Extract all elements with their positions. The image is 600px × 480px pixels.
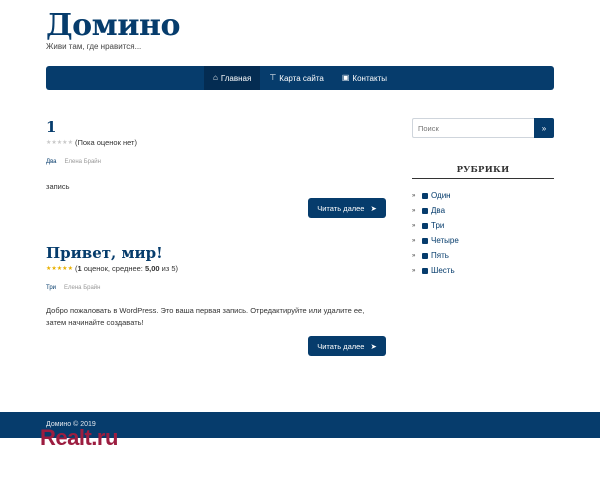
site-tagline: Живи там, где нравится...: [46, 42, 142, 51]
category-item[interactable]: » Шесть: [412, 263, 459, 278]
search-button[interactable]: »: [534, 118, 554, 138]
double-chevron-icon: »: [412, 237, 416, 244]
sitemap-icon: ⊤: [269, 73, 277, 82]
search-form: »: [412, 118, 554, 138]
post-rating: ★ ★ ★ ★ ★ (1 оценок, среднее: 5,00 из 5): [46, 264, 386, 273]
category-icon: [422, 192, 428, 199]
category-item[interactable]: » Три: [412, 218, 459, 233]
category-item[interactable]: » Пять: [412, 248, 459, 263]
post-category[interactable]: Два: [46, 159, 57, 165]
rating-stars[interactable]: ★ ★ ★ ★ ★: [46, 266, 73, 272]
rating-average: 5,00: [144, 264, 160, 273]
rating-suffix: из 5): [159, 264, 179, 273]
arrow-right-icon: ➤: [370, 341, 377, 351]
double-chevron-icon: »: [412, 252, 416, 259]
rating-mid: оценок, среднее:: [81, 264, 145, 273]
double-chevron-icon: »: [412, 267, 416, 274]
read-more-button[interactable]: Читать далее ➤: [308, 336, 386, 356]
nav-item-label: Контакты: [352, 73, 387, 83]
post-excerpt: запись: [46, 182, 70, 191]
nav-item-label: Карта сайта: [279, 73, 324, 83]
search-input[interactable]: [412, 118, 534, 138]
post-meta: Два Елена Брайн: [46, 159, 386, 165]
nav-item-sitemap[interactable]: ⊤ Карта сайта: [260, 66, 333, 90]
category-icon: [422, 267, 428, 274]
nav-item-label: Главная: [220, 73, 252, 83]
post-author[interactable]: Елена Брайн: [65, 159, 101, 165]
post-excerpt: Добро пожаловать в WordPress. Это ваша п…: [46, 306, 365, 327]
read-more-label: Читать далее: [317, 203, 365, 213]
post-title[interactable]: 1: [46, 118, 386, 136]
category-item[interactable]: » Четыре: [412, 233, 459, 248]
nav-item-contacts[interactable]: ▣ Контакты: [333, 66, 396, 90]
category-label[interactable]: Шесть: [431, 266, 455, 275]
post-1: 1 ★ ★ ★ ★ ★ (Пока оценок нет) Два Елена …: [46, 118, 386, 218]
double-chevron-icon: »: [412, 207, 416, 214]
category-icon: [422, 207, 428, 214]
post-2: Привет, мир! ★ ★ ★ ★ ★ (1 оценок, средне…: [46, 244, 386, 359]
category-label[interactable]: Два: [431, 206, 445, 215]
post-author[interactable]: Елена Брайн: [64, 285, 100, 291]
category-label[interactable]: Пять: [431, 251, 449, 260]
categories-widget-title: РУБРИКИ: [412, 165, 554, 179]
chevron-right-icon: »: [541, 123, 547, 133]
star-icon[interactable]: ★: [68, 266, 73, 272]
categories-list: » Один » Два » Три » Четыре » Пять » Шесть: [412, 188, 459, 278]
rating-stars[interactable]: ★ ★ ★ ★ ★: [46, 140, 73, 146]
read-more-label: Читать далее: [317, 341, 365, 351]
category-item[interactable]: » Два: [412, 203, 459, 218]
post-rating: ★ ★ ★ ★ ★ (Пока оценок нет): [46, 138, 386, 147]
read-more-button[interactable]: Читать далее ➤: [308, 198, 386, 218]
double-chevron-icon: »: [412, 222, 416, 229]
arrow-right-icon: ➤: [370, 203, 377, 213]
site-title[interactable]: Домино: [46, 8, 180, 43]
home-icon: ⌂: [213, 73, 218, 82]
nav-item-home[interactable]: ⌂ Главная: [204, 66, 261, 90]
rating-text: (Пока оценок нет): [74, 138, 137, 147]
category-label[interactable]: Один: [431, 191, 451, 200]
post-category[interactable]: Три: [46, 285, 56, 291]
star-icon[interactable]: ★: [68, 140, 73, 146]
post-meta: Три Елена Брайн: [46, 285, 386, 291]
watermark-logo: Realt.ru: [40, 425, 118, 450]
category-icon: [422, 222, 428, 229]
main-navigation: ⌂ Главная ⊤ Карта сайта ▣ Контакты: [46, 66, 554, 90]
category-item[interactable]: » Один: [412, 188, 459, 203]
category-icon: [422, 252, 428, 259]
category-label[interactable]: Четыре: [431, 236, 459, 245]
category-icon: [422, 237, 428, 244]
category-label[interactable]: Три: [431, 221, 444, 230]
contacts-icon: ▣: [341, 73, 350, 82]
post-title[interactable]: Привет, мир!: [46, 244, 386, 262]
double-chevron-icon: »: [412, 192, 416, 199]
